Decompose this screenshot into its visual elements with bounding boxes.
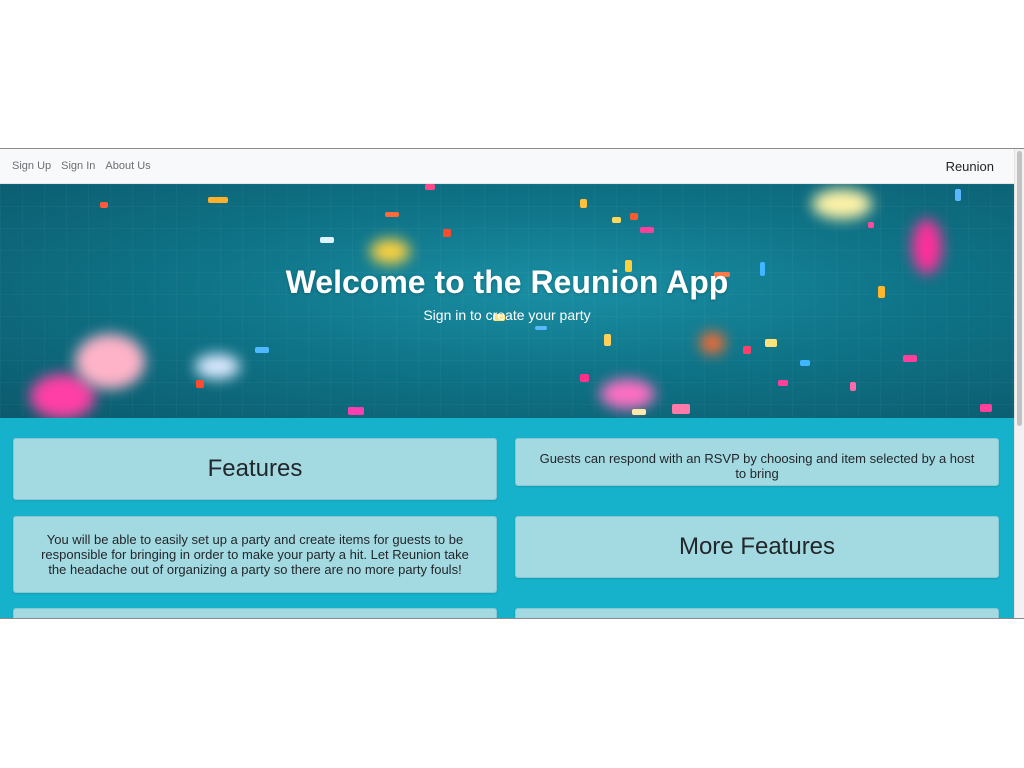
- confetti-blob: [812, 189, 872, 219]
- nav-about-us-link[interactable]: About Us: [105, 160, 150, 172]
- hero-subtitle: Sign in to create your party: [423, 307, 591, 323]
- confetti-piece: [640, 227, 654, 233]
- rsvp-text: Guests can respond with an RSVP by choos…: [539, 451, 975, 481]
- confetti-piece: [208, 197, 228, 203]
- hero-text: Welcome to the Reunion App Sign in to cr…: [0, 264, 1014, 323]
- confetti-piece: [850, 382, 856, 391]
- hero-title: Welcome to the Reunion App: [285, 264, 729, 300]
- confetti-piece: [100, 202, 108, 208]
- confetti-piece: [778, 380, 788, 386]
- confetti-blob: [370, 239, 410, 264]
- nav-links: Sign Up Sign In About Us: [12, 160, 151, 172]
- more-features-heading: More Features: [678, 533, 836, 560]
- confetti-piece: [425, 184, 435, 190]
- confetti-piece: [580, 374, 589, 382]
- navbar: Sign Up Sign In About Us Reunion: [0, 149, 1014, 184]
- confetti-piece: [255, 347, 269, 353]
- confetti-piece: [535, 326, 547, 330]
- confetti-piece: [320, 237, 334, 243]
- description-text: You will be able to easily set up a part…: [41, 532, 469, 577]
- confetti-piece: [443, 229, 451, 237]
- hero-banner: Welcome to the Reunion App Sign in to cr…: [0, 184, 1014, 418]
- features-heading-card: Features: [13, 438, 497, 500]
- rsvp-card: Guests can respond with an RSVP by choos…: [515, 438, 999, 486]
- more-features-heading-card: More Features: [515, 516, 999, 578]
- confetti-blob: [75, 334, 145, 389]
- description-card: You will be able to easily set up a part…: [13, 516, 497, 593]
- confetti-blob: [700, 332, 725, 354]
- confetti-piece: [765, 339, 777, 347]
- vertical-scrollbar[interactable]: [1014, 149, 1024, 618]
- confetti-piece: [800, 360, 810, 366]
- features-section: Features Guests can respond with an RSVP…: [0, 418, 1014, 618]
- confetti-piece: [385, 212, 399, 217]
- browser-viewport: Sign Up Sign In About Us Reunion Welcome…: [0, 148, 1024, 619]
- confetti-piece: [632, 409, 646, 415]
- confetti-piece: [743, 346, 751, 354]
- confetti-piece: [580, 199, 587, 208]
- confetti-blob: [195, 354, 240, 379]
- confetti-piece: [196, 380, 204, 388]
- scrollbar-thumb[interactable]: [1017, 151, 1022, 426]
- brand-link[interactable]: Reunion: [946, 159, 994, 174]
- confetti-piece: [955, 189, 961, 201]
- confetti-piece: [980, 404, 992, 412]
- features-heading: Features: [207, 455, 303, 482]
- confetti-blob: [600, 379, 655, 409]
- feature-card: [515, 608, 999, 618]
- confetti-piece: [348, 407, 364, 415]
- confetti-piece: [612, 217, 621, 223]
- feature-card: [13, 608, 497, 618]
- nav-sign-in-link[interactable]: Sign In: [61, 160, 95, 172]
- confetti-piece: [672, 404, 690, 414]
- confetti-piece: [604, 334, 611, 346]
- confetti-piece: [868, 222, 874, 228]
- nav-sign-up-link[interactable]: Sign Up: [12, 160, 51, 172]
- confetti-piece: [630, 213, 638, 220]
- confetti-piece: [903, 355, 917, 362]
